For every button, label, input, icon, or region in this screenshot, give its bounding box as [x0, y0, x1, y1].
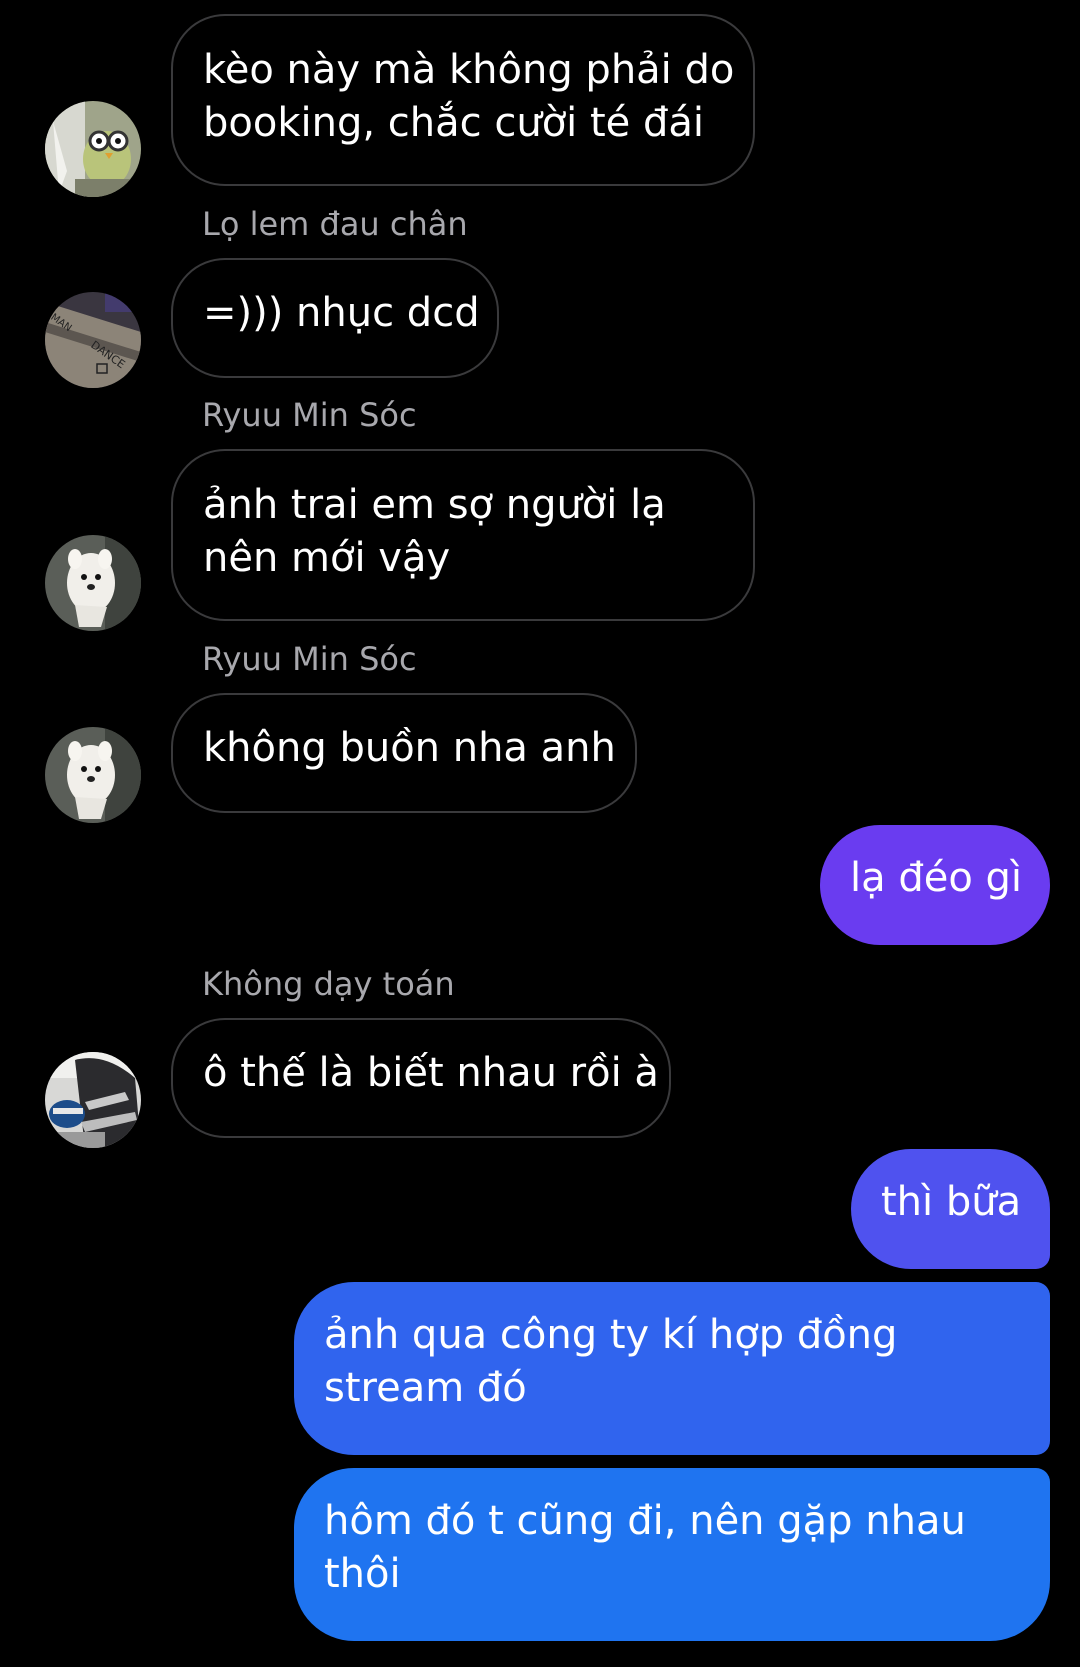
message-text-line: hôm đó t cũng đi, nên gặp nhau — [324, 1498, 966, 1544]
message-bubble-incoming[interactable]: không buồn nha anh — [171, 693, 637, 813]
message-bubble-outgoing[interactable]: ảnh qua công ty kí hợp đồng stream đó — [294, 1282, 1050, 1455]
message-bubble-incoming[interactable]: =))) nhục dcd — [171, 258, 499, 378]
message-text-line: ảnh trai em sợ người lạ — [203, 482, 666, 528]
sender-name: Lọ lem đau chân — [202, 205, 468, 243]
white-dog-avatar-icon[interactable] — [45, 535, 141, 631]
message-bubble-outgoing[interactable]: thì bữa — [851, 1149, 1050, 1269]
message-text-line: stream đó — [324, 1365, 527, 1411]
message-bubble-outgoing[interactable]: lạ đéo gì — [820, 825, 1050, 945]
message-text-line: =))) nhục dcd — [203, 290, 480, 336]
message-bubble-incoming[interactable]: ô thế là biết nhau rồi à — [171, 1018, 671, 1138]
sender-name: Ryuu Min Sóc — [202, 396, 417, 434]
message-bubble-outgoing[interactable]: hôm đó t cũng đi, nên gặp nhau thôi — [294, 1468, 1050, 1641]
message-text-line: nên mới vậy — [203, 535, 451, 581]
message-text-line: thôi — [324, 1551, 401, 1597]
message-text-line: ô thế là biết nhau rồi à — [203, 1050, 659, 1096]
message-text-line: không buồn nha anh — [203, 725, 616, 771]
sender-name: Ryuu Min Sóc — [202, 640, 417, 678]
message-bubble-incoming[interactable]: ảnh trai em sợ người lạ nên mới vậy — [171, 449, 755, 621]
dance-card-avatar-icon[interactable]: MAN DANCE — [45, 292, 141, 388]
message-bubble-incoming[interactable]: kèo này mà không phải do booking, chắc c… — [171, 14, 755, 186]
white-dog-avatar-icon[interactable] — [45, 727, 141, 823]
message-text-line: thì bữa — [881, 1179, 1022, 1225]
dj-avatar-icon[interactable] — [45, 1052, 141, 1148]
message-text-line: booking, chắc cười té đái — [203, 100, 705, 146]
message-text-line: ảnh qua công ty kí hợp đồng — [324, 1312, 898, 1358]
bird-avatar-icon[interactable] — [45, 101, 141, 197]
message-text-line: kèo này mà không phải do — [203, 47, 735, 93]
sender-name: Không dạy toán — [202, 965, 455, 1003]
message-text-line: lạ đéo gì — [850, 855, 1023, 901]
